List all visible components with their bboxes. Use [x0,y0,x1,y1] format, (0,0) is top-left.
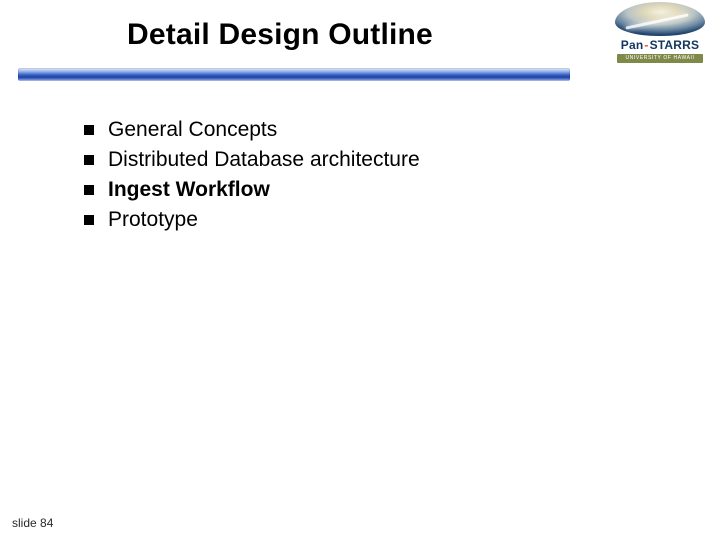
bullet-list: General Concepts Distributed Database ar… [84,118,420,238]
list-item: Ingest Workflow [84,178,420,202]
logo-brand-right: STARRS [650,38,700,52]
bullet-icon [84,155,94,165]
list-item: General Concepts [84,118,420,142]
bullet-icon [84,215,94,225]
logo: Pan-STARRS UNIVERSITY OF HAWAII [612,2,708,62]
title-separator [18,68,570,81]
slide-title: Detail Design Outline [0,18,560,52]
bullet-icon [84,125,94,135]
list-item-label: Prototype [108,208,198,232]
slide: Detail Design Outline Pan-STARRS UNIVERS… [0,0,720,540]
slide-number: slide 84 [12,516,53,530]
logo-sky-icon [615,2,705,36]
list-item: Distributed Database architecture [84,148,420,172]
logo-brand: Pan-STARRS [612,38,708,52]
logo-brand-left: Pan [621,38,644,52]
bullet-icon [84,185,94,195]
list-item: Prototype [84,208,420,232]
list-item-label: Distributed Database architecture [108,148,420,172]
logo-subbar: UNIVERSITY OF HAWAII [617,54,703,63]
list-item-label: General Concepts [108,118,277,142]
list-item-label: Ingest Workflow [108,178,270,202]
